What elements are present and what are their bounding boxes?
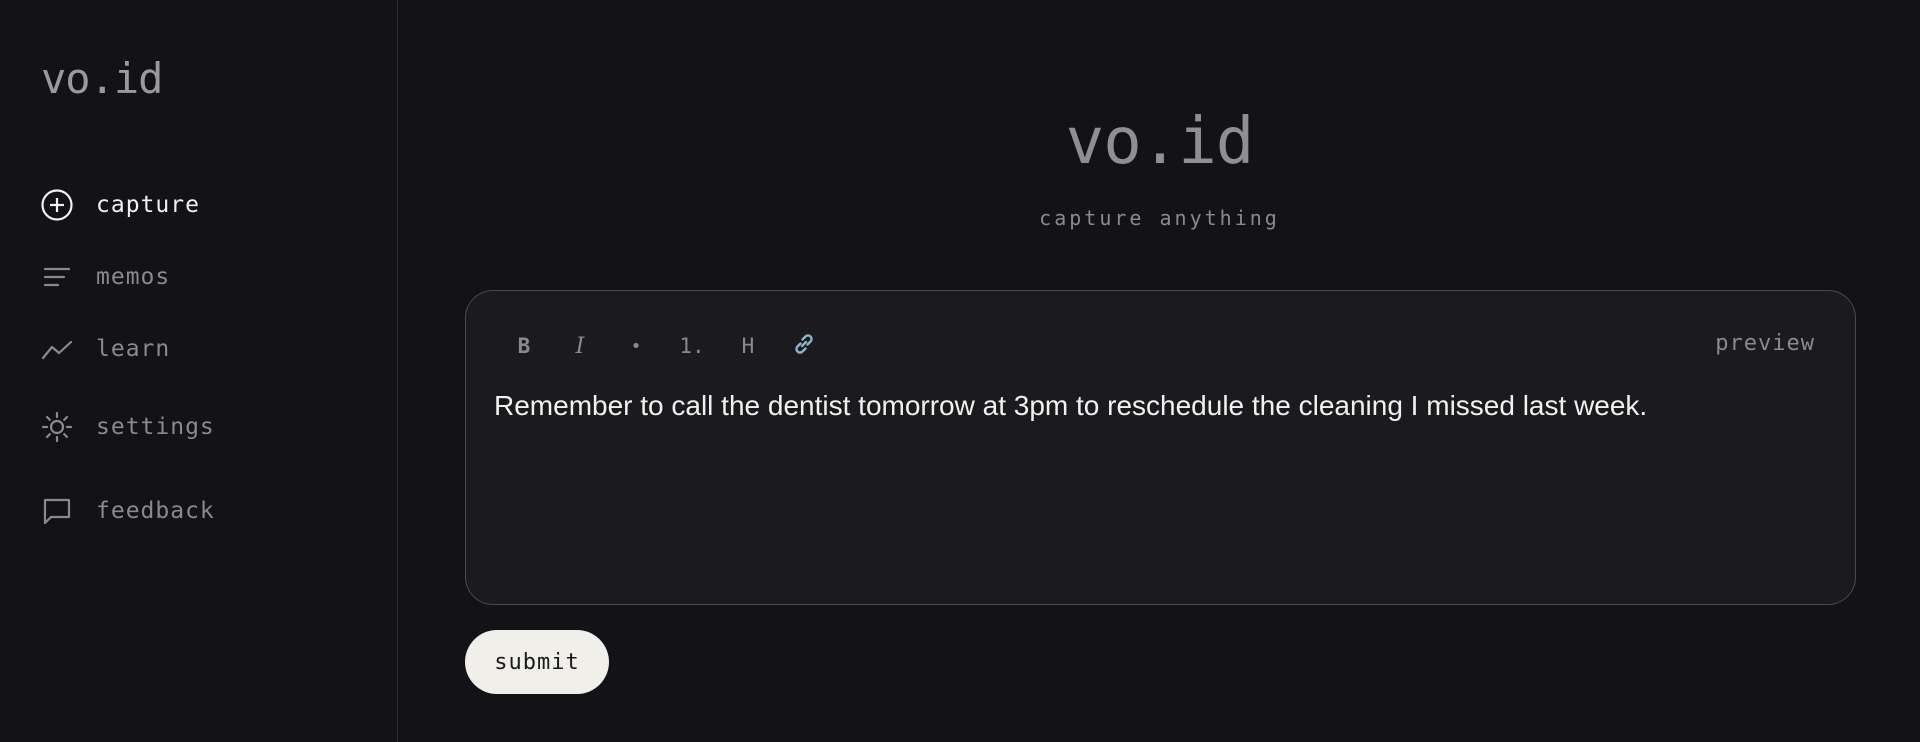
sidebar-item-memos[interactable]: memos (40, 260, 170, 294)
sidebar-item-settings[interactable]: settings (40, 410, 215, 444)
message-square-icon (40, 494, 74, 528)
editor-card: B I • 1. H preview Remember to call the … (465, 290, 1856, 605)
sidebar-item-label: settings (96, 414, 215, 440)
page-title: vo.id (1065, 105, 1255, 179)
link-button[interactable] (776, 329, 832, 363)
bold-button[interactable]: B (496, 329, 552, 363)
preview-button[interactable]: preview (1715, 331, 1815, 356)
sidebar-item-label: learn (96, 336, 171, 362)
sidebar: vo.id capture memos learn settings feedb… (0, 0, 398, 742)
plus-circle-icon (40, 188, 74, 222)
ordered-list-button[interactable]: 1. (664, 329, 720, 363)
sidebar-logo: vo.id (41, 54, 163, 103)
italic-button[interactable]: I (552, 329, 608, 363)
sun-icon (40, 410, 74, 444)
lines-icon (40, 260, 74, 294)
editor-toolbar: B I • 1. H (496, 329, 832, 363)
submit-button[interactable]: submit (465, 630, 609, 694)
sidebar-item-label: capture (96, 192, 200, 218)
sidebar-item-feedback[interactable]: feedback (40, 494, 215, 528)
trend-line-icon (40, 332, 74, 366)
sidebar-item-capture[interactable]: capture (40, 188, 200, 222)
sidebar-item-label: feedback (96, 498, 215, 524)
sidebar-item-label: memos (96, 264, 171, 290)
heading-button[interactable]: H (720, 329, 776, 363)
link-icon (791, 331, 817, 362)
sidebar-item-learn[interactable]: learn (40, 332, 170, 366)
main-panel: vo.id capture anything B I • 1. H previe… (399, 0, 1920, 742)
editor-content[interactable]: Remember to call the dentist tomorrow at… (494, 388, 1814, 424)
page-subtitle: capture anything (1039, 206, 1280, 230)
bullet-list-button[interactable]: • (608, 329, 664, 363)
